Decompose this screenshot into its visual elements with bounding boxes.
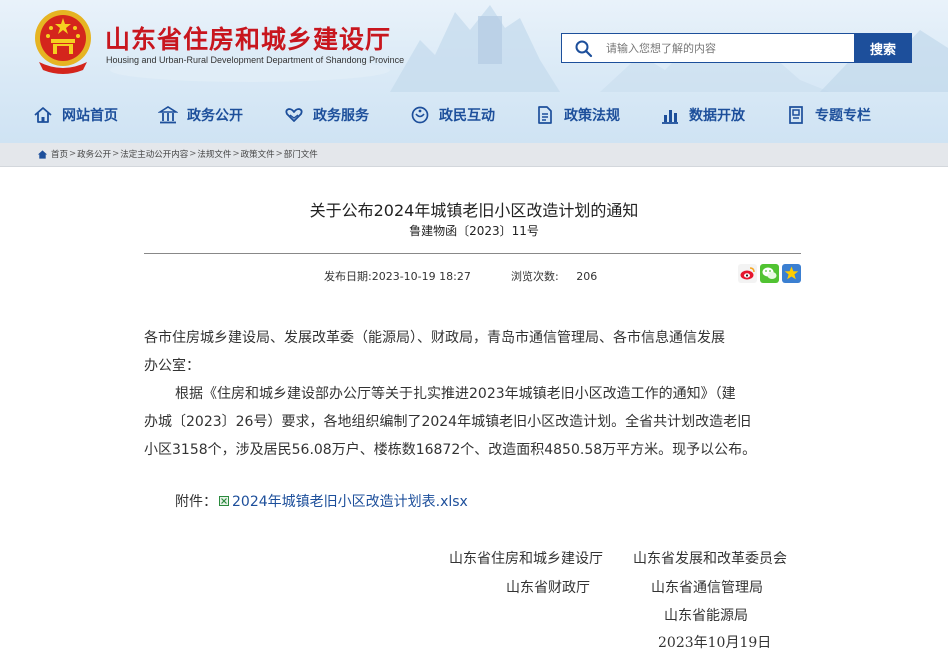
national-emblem-icon (35, 10, 91, 74)
signature-org: 山东省财政厅 (506, 580, 590, 596)
nav-item-label: 专题专栏 (815, 108, 871, 124)
chat-icon (411, 106, 429, 124)
document-icon (538, 106, 552, 124)
site-header: 山东省住房和城乡建设厅 Housing and Urban-Rural Deve… (0, 0, 948, 143)
nav-item-label: 数据开放 (689, 108, 745, 124)
wechat-icon[interactable] (760, 264, 779, 283)
search-input[interactable] (606, 34, 852, 62)
signature-org: 山东省住房和城乡建设厅 (449, 551, 603, 567)
attachment: 附件： 2024年城镇老旧小区改造计划表.xlsx (175, 491, 468, 511)
excel-file-icon (219, 496, 229, 506)
nav-item-label: 政务公开 (187, 108, 243, 124)
breadcrumb-separator: > (232, 149, 240, 159)
site-subtitle: Housing and Urban-Rural Development Depa… (106, 55, 405, 65)
home-icon (34, 107, 52, 123)
attachment-label: 附件： (175, 494, 217, 510)
nav-item-home[interactable]: 网站首页 (33, 102, 118, 128)
recipients-line: 办公室： (144, 358, 200, 374)
home-icon (37, 149, 48, 159)
view-count: 浏览次数: 206 (511, 268, 597, 284)
signature-org: 山东省通信管理局 (651, 580, 763, 596)
breadcrumb-separator: > (69, 149, 77, 159)
nav-item-label: 政民互动 (439, 108, 495, 124)
site-title: 山东省住房和城乡建设厅 (105, 25, 392, 54)
view-count-value: 206 (576, 270, 598, 283)
nav-item-open-data[interactable]: 数据开放 (660, 102, 745, 128)
bar-chart-icon (662, 110, 678, 124)
breadcrumb-separator: > (275, 149, 283, 159)
article-title: 关于公布2024年城镇老旧小区改造计划的通知 (309, 201, 639, 220)
publish-date: 发布日期:2023-10-19 18:27 (324, 268, 471, 284)
weibo-icon[interactable] (738, 264, 757, 283)
search-icon (575, 40, 593, 58)
breadcrumb-item[interactable]: 政策文件 (241, 148, 275, 160)
building-icon (158, 106, 178, 124)
favorite-star-icon[interactable] (782, 264, 801, 283)
breadcrumb-item[interactable]: 首页 (51, 148, 68, 160)
breadcrumb-item[interactable]: 法定主动公开内容 (120, 148, 188, 160)
publish-date-value: 2023-10-19 18:27 (371, 270, 471, 283)
nav-item-policy-regulations[interactable]: 政策法规 (535, 102, 620, 128)
breadcrumb-item[interactable]: 法规文件 (197, 148, 231, 160)
body-line: 根据《住房和城乡建设部办公厅等关于扎实推进2023年城镇老旧小区改造工作的通知》… (175, 386, 736, 402)
breadcrumb-item[interactable]: 部门文件 (284, 148, 318, 160)
attachment-link[interactable]: 2024年城镇老旧小区改造计划表.xlsx (232, 491, 468, 511)
nav-item-special-topics[interactable]: 专题专栏 (786, 102, 871, 128)
view-count-label: 浏览次数: (511, 270, 559, 283)
body-line: 办城〔2023〕26号）要求，各地组织编制了2024年城镇老旧小区改造计划。全省… (144, 414, 752, 430)
document-number: 鲁建物函〔2023〕11号 (409, 224, 539, 238)
topic-icon (789, 106, 803, 124)
nav-item-gov-services[interactable]: 政务服务 (284, 102, 369, 128)
title-divider (144, 253, 801, 254)
breadcrumb-bar: 首页 > 政务公开 > 法定主动公开内容 > 法规文件 > 政策文件 > 部门文… (0, 143, 948, 167)
signature-org: 山东省发展和改革委员会 (633, 551, 787, 567)
recipients-line: 各市住房城乡建设局、发展改革委（能源局）、财政局，青岛市通信管理局、各市信息通信… (144, 330, 725, 346)
nav-item-label: 政策法规 (564, 108, 620, 124)
signature-date: 2023年10月19日 (658, 635, 772, 651)
nav-item-label: 网站首页 (62, 108, 118, 124)
breadcrumb-item[interactable]: 政务公开 (77, 148, 111, 160)
heart-hands-icon (285, 108, 303, 122)
breadcrumb-separator: > (189, 149, 197, 159)
nav-item-gov-affairs-open[interactable]: 政务公开 (158, 102, 243, 128)
search-button[interactable]: 搜索 (854, 33, 912, 63)
body-line: 小区3158个，涉及居民56.08万户、楼栋数16872个、改造面积4850.5… (144, 442, 757, 458)
nav-item-interaction[interactable]: 政民互动 (410, 102, 495, 128)
article-body: 根据《住房和城乡建设部办公厅等关于扎实推进2023年城镇老旧小区改造工作的通知》… (144, 380, 804, 464)
breadcrumb: 首页 > 政务公开 > 法定主动公开内容 > 法规文件 > 政策文件 > 部门文… (37, 148, 318, 160)
main-nav: 网站首页 政务公开 政务服务 政民互动 政策法规 数据开放 专题专栏 (0, 98, 948, 132)
signature-org: 山东省能源局 (664, 608, 748, 624)
breadcrumb-separator: > (112, 149, 120, 159)
nav-item-label: 政务服务 (313, 108, 369, 124)
publish-date-label: 发布日期: (324, 270, 372, 283)
search-box: 搜索 (561, 33, 912, 63)
recipients: 各市住房城乡建设局、发展改革委（能源局）、财政局，青岛市通信管理局、各市信息通信… (144, 324, 804, 380)
